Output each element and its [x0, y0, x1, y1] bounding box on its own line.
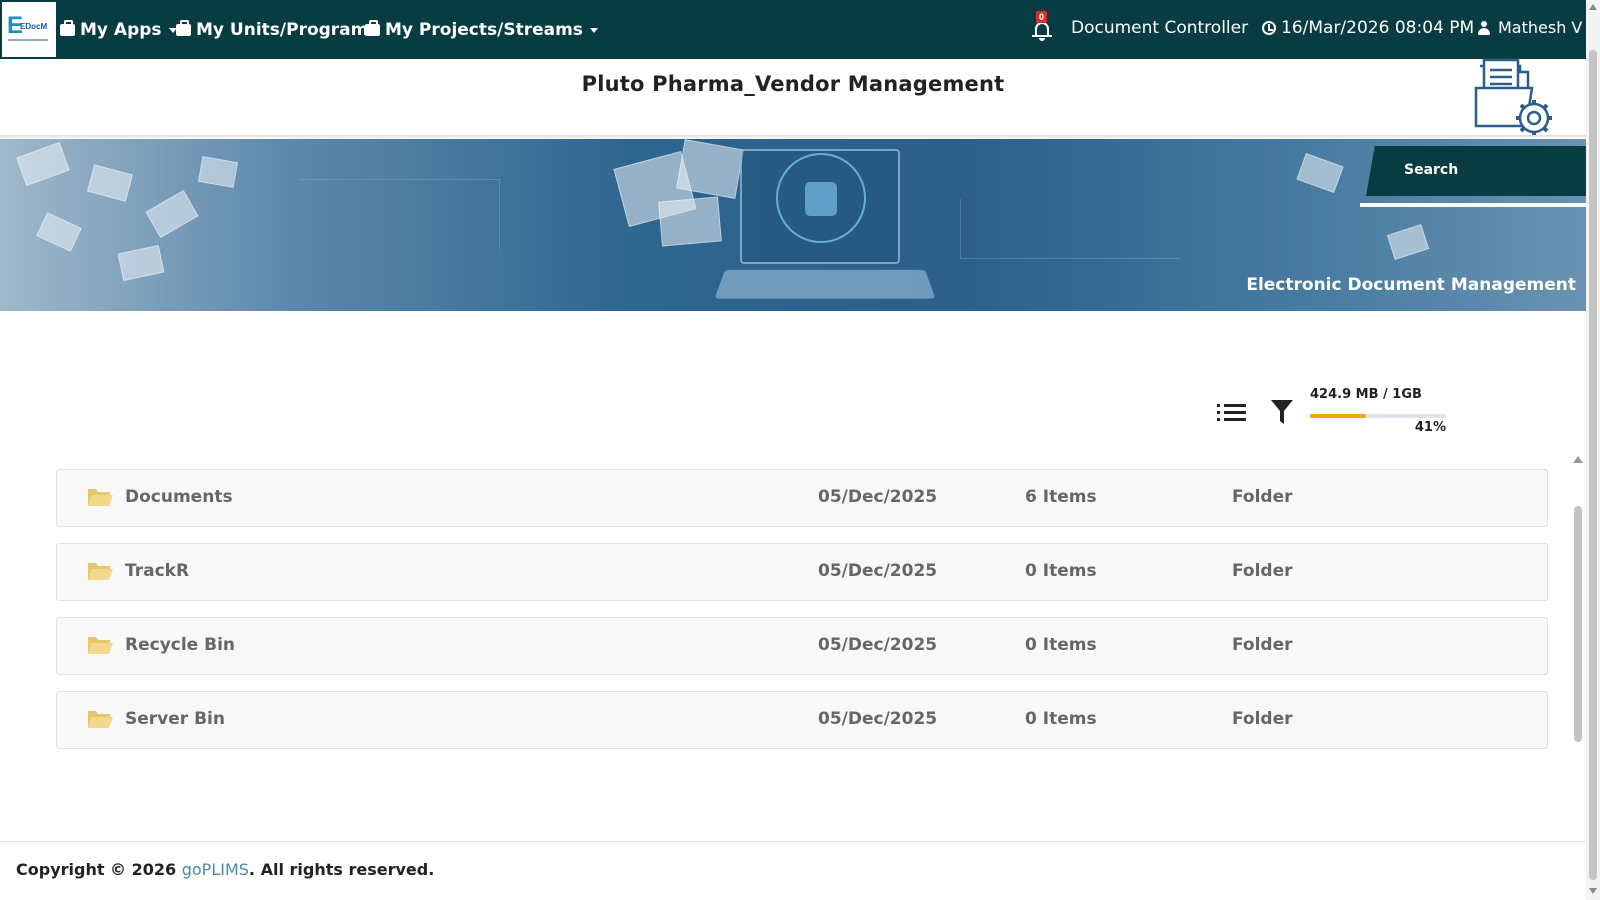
banner-paper: [16, 142, 70, 186]
banner-laptop-base: [714, 269, 936, 299]
storage-progress-fill: [1310, 414, 1366, 418]
banner-paper: [87, 164, 133, 202]
bell-body: [1035, 22, 1049, 36]
banner-paper: [117, 244, 165, 282]
banner-paper: [1386, 224, 1430, 260]
banner-circuit: [300, 179, 500, 249]
search-underline: [1360, 203, 1586, 207]
banner-paper: [658, 196, 722, 247]
page-title: Pluto Pharma_Vendor Management: [581, 72, 1005, 96]
banner-lock: [805, 182, 837, 216]
folder-icon: [88, 489, 113, 506]
briefcase-icon: [60, 20, 75, 36]
user-menu[interactable]: Mathesh V: [1478, 18, 1582, 37]
banner-paper: [198, 156, 238, 188]
scroll-up-arrow[interactable]: [1589, 4, 1597, 10]
folder-name: Server Bin: [125, 709, 225, 729]
folder-name: TrackR: [125, 561, 190, 581]
nav-my-projects-label: My Projects/Streams: [385, 20, 583, 40]
caret-down-icon: [589, 27, 598, 33]
page-scrollbar[interactable]: [1586, 0, 1600, 900]
folder-type: Folder: [1232, 635, 1293, 655]
scroll-down-arrow[interactable]: [1589, 888, 1597, 894]
banner-caption: Electronic Document Management: [1246, 275, 1576, 295]
footer-suffix: . All rights reserved.: [248, 860, 435, 879]
banner-paper: [1296, 153, 1344, 193]
scrollbar-thumb[interactable]: [1589, 50, 1597, 880]
datetime-display: 16/Mar/2026 08:04 PM: [1262, 18, 1474, 38]
nav-my-projects[interactable]: My Projects/Streams: [365, 18, 598, 42]
bell-clapper: [1039, 38, 1045, 41]
nav-my-units-label: My Units/Programs: [196, 20, 379, 40]
nav-my-units[interactable]: My Units/Programs: [176, 18, 378, 42]
banner-circuit: [960, 199, 1180, 259]
footer-prefix: Copyright © 2026: [16, 860, 182, 879]
folder-date: 05/Dec/2025: [818, 635, 938, 655]
folder-count: 0 Items: [1025, 561, 1097, 581]
filter-icon[interactable]: [1270, 398, 1294, 426]
footer-copyright: Copyright © 2026 goPLIMS. All rights res…: [16, 860, 434, 879]
search-box[interactable]: Search: [1366, 146, 1586, 196]
storage-progress-bar: [1310, 414, 1446, 418]
list-scroll-up-arrow[interactable]: [1573, 456, 1583, 463]
folder-date: 05/Dec/2025: [818, 709, 938, 729]
folder-count: 0 Items: [1025, 635, 1097, 655]
storage-percent: 41%: [1414, 420, 1446, 435]
folder-count: 0 Items: [1025, 709, 1097, 729]
folder-type: Folder: [1232, 487, 1293, 507]
document-settings-icon: [1474, 58, 1552, 136]
app-logo[interactable]: E EDocM: [2, 2, 56, 57]
user-name: Mathesh V: [1498, 18, 1583, 37]
user-icon: [1478, 20, 1490, 35]
folder-icon: [88, 637, 113, 654]
nav-my-apps[interactable]: My Apps: [60, 18, 177, 42]
folder-name: Documents: [125, 487, 233, 507]
table-row[interactable]: TrackR 05/Dec/2025 0 Items Folder: [56, 543, 1548, 601]
folder-date: 05/Dec/2025: [818, 561, 938, 581]
banner-paper: [676, 139, 744, 199]
nav-my-apps-label: My Apps: [80, 20, 162, 40]
folder-list: Documents 05/Dec/2025 6 Items Folder Tra…: [56, 469, 1548, 765]
logo-tagline: [8, 39, 48, 41]
list-view-icon[interactable]: [1217, 402, 1247, 424]
folder-date: 05/Dec/2025: [818, 487, 938, 507]
briefcase-icon: [365, 20, 380, 36]
notification-badge: 0: [1036, 11, 1047, 23]
folder-count: 6 Items: [1025, 487, 1097, 507]
briefcase-icon: [176, 20, 191, 36]
table-row[interactable]: Documents 05/Dec/2025 6 Items Folder: [56, 469, 1548, 527]
clock-icon: [1262, 21, 1276, 35]
table-row[interactable]: Server Bin 05/Dec/2025 0 Items Folder: [56, 691, 1548, 749]
folder-icon: [88, 563, 113, 580]
logo-text: EDocM: [20, 22, 48, 31]
datetime-text: 16/Mar/2026 08:04 PM: [1281, 18, 1475, 38]
banner-paper: [145, 190, 199, 238]
banner-paper: [36, 212, 82, 252]
list-scrollbar-thumb[interactable]: [1574, 506, 1582, 742]
search-label: Search: [1404, 162, 1459, 178]
top-navbar: E EDocM My Apps My Units/Programs My Pro…: [0, 0, 1586, 59]
folder-name: Recycle Bin: [125, 635, 236, 655]
folder-type: Folder: [1232, 561, 1293, 581]
footer-link[interactable]: goPLIMS: [182, 860, 249, 879]
footer-divider: [0, 841, 1586, 842]
folder-icon: [88, 711, 113, 728]
storage-usage: 424.9 MB / 1GB: [1310, 387, 1422, 402]
bell-base: [1032, 35, 1052, 37]
user-role[interactable]: Document Controller: [1071, 18, 1248, 38]
folder-type: Folder: [1232, 709, 1293, 729]
table-row[interactable]: Recycle Bin 05/Dec/2025 0 Items Folder: [56, 617, 1548, 675]
